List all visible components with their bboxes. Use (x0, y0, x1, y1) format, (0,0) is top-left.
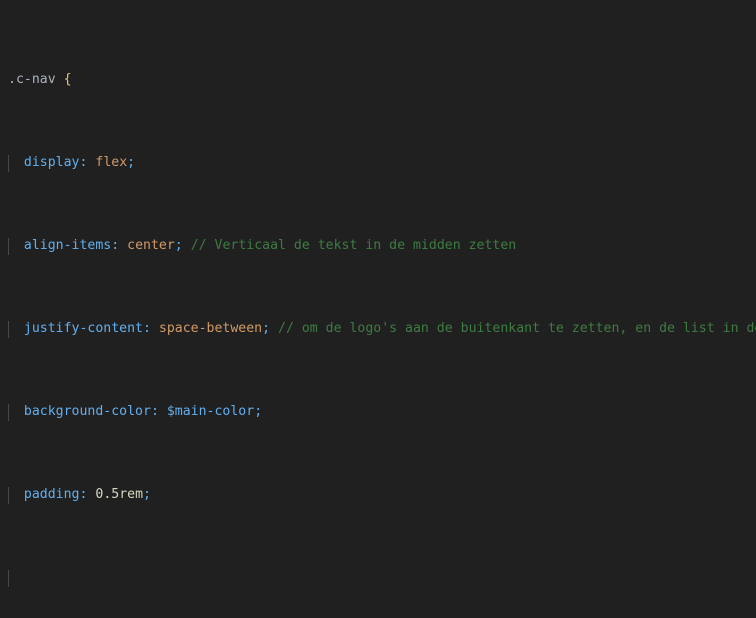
variable-token: $main-color (166, 404, 255, 420)
brace-open-token: { (63, 72, 72, 88)
semicolon-token: ; (143, 487, 151, 503)
comment-token: // om de logo's aan de buitenkant te zet… (278, 321, 756, 337)
code-line: display: flex; (0, 155, 756, 172)
property-token: align-items (23, 238, 112, 254)
indent-guide (8, 321, 9, 338)
code-line: background-color: $main-color; (0, 404, 756, 421)
colon-token: : (142, 321, 151, 337)
value-token: center (127, 238, 175, 254)
value-token: space-between (158, 321, 263, 337)
property-token: justify-content (23, 321, 143, 337)
semicolon-token: ; (127, 155, 136, 171)
code-line: .c-nav { (0, 72, 756, 89)
selector-token: .c-nav (8, 72, 56, 88)
comment-token: // Verticaal de tekst in de midden zette… (190, 238, 517, 254)
colon-token: : (150, 404, 159, 420)
property-token: background-color (23, 404, 151, 420)
colon-token: : (111, 238, 120, 254)
indent-guide (8, 570, 9, 587)
property-token: display (23, 155, 80, 171)
code-line: padding: 0.5rem; (0, 487, 756, 504)
code-line: justify-content: space-between; // om de… (0, 321, 756, 338)
code-line-blank (0, 570, 756, 587)
colon-token: : (79, 487, 88, 503)
semicolon-token: ; (254, 404, 263, 420)
indent-guide (8, 238, 9, 255)
property-token: padding (23, 487, 80, 503)
semicolon-token: ; (262, 321, 271, 337)
code-line: align-items: center; // Verticaal de tek… (0, 238, 756, 255)
value-token: flex (95, 155, 128, 171)
semicolon-token: ; (174, 238, 183, 254)
code-editor[interactable]: .c-nav { display: flex; align-items: cen… (0, 0, 756, 618)
number-token: 0.5rem (95, 487, 144, 503)
indent-guide (8, 155, 9, 172)
indent-guide (8, 404, 9, 421)
colon-token: : (79, 155, 88, 171)
indent-guide (8, 487, 9, 504)
